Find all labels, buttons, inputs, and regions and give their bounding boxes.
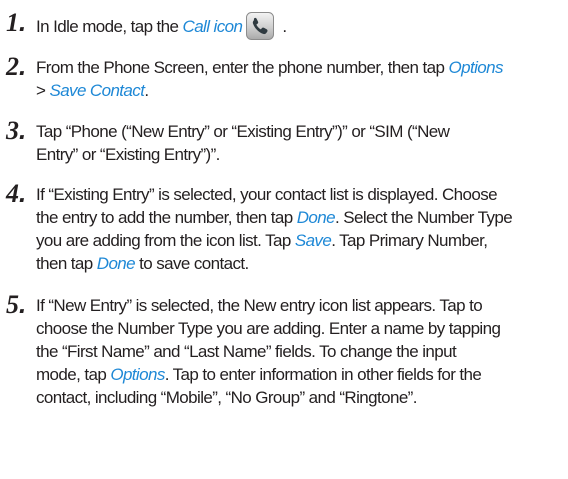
step-text: If “New Entry” is selected, the New entr… [36, 294, 556, 409]
step-text: In Idle mode, tap the Call icon . [36, 12, 556, 40]
step-number: 3. [6, 115, 27, 145]
done-link: Done [96, 254, 136, 273]
step-text-part: then tap [36, 254, 97, 273]
step-text-line: choose the Number Type you are adding. E… [36, 319, 501, 338]
step-text-line: the “First Name” and “Last Name” fields.… [36, 342, 457, 361]
step-text-part: . Select the Number Type [334, 208, 513, 227]
step-text-part: the entry to add the number, then tap [36, 208, 297, 227]
step-number: 2. [6, 51, 27, 81]
step-number: 1. [6, 7, 27, 37]
save-contact-link: Save Contact [49, 81, 145, 100]
step-text: From the Phone Screen, enter the phone n… [36, 56, 556, 102]
step-number: 5. [6, 289, 27, 319]
step-text: Tap “Phone (“New Entry” or “Existing Ent… [36, 120, 556, 166]
done-link: Done [296, 208, 336, 227]
step-text-part: . [278, 17, 287, 36]
step-text-part: to save contact. [135, 254, 249, 273]
options-link: Options [110, 365, 165, 384]
step-text-part: mode, tap [36, 365, 111, 384]
step-text-part: . Tap to enter information in other fiel… [164, 365, 482, 384]
step-text-part: From the Phone Screen, enter the phone n… [36, 58, 449, 77]
step-text-line: If “New Entry” is selected, the New entr… [36, 296, 483, 315]
step-text-part: . Tap Primary Number, [331, 231, 488, 250]
step-text-part: In Idle mode, tap the [36, 17, 183, 36]
step-text-part: you are adding from the icon list. Tap [36, 231, 295, 250]
step-text: If “Existing Entry” is selected, your co… [36, 183, 556, 275]
step-text-part: > [36, 81, 50, 100]
step-text-line: Tap “Phone (“New Entry” or “Existing Ent… [36, 122, 450, 141]
call-icon-link: Call icon [182, 17, 243, 36]
phone-handset-icon [246, 12, 275, 40]
step-text-line: If “Existing Entry” is selected, your co… [36, 185, 498, 204]
step-number: 4. [6, 178, 27, 208]
step-text-part: . [144, 81, 149, 100]
options-link: Options [448, 58, 503, 77]
step-text-line: Entry” or “Existing Entry”)”. [36, 145, 220, 164]
save-link: Save [294, 231, 332, 250]
step-text-line: contact, including “Mobile”, “No Group” … [36, 388, 417, 407]
